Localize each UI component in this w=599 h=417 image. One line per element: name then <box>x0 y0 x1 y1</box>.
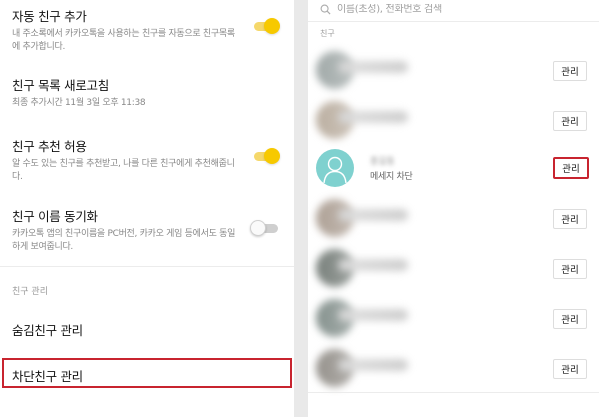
auto-add-title: 자동 친구 추가 <box>12 9 87 24</box>
friend-row: 관리 <box>308 193 599 243</box>
name-sync-desc: 카카오톡 앱의 친구이름을 PC버전, 카카오 게임 등에서도 동일하게 보여줍… <box>12 229 236 252</box>
friend-row: 관리 <box>308 45 599 95</box>
recommend-toggle[interactable] <box>250 148 280 164</box>
name-sync-title: 친구 이름 동기화 <box>12 209 98 224</box>
manage-button[interactable]: 관리 <box>553 61 587 81</box>
refresh-setting[interactable]: 친구 목록 새로고침 최종 추가시간 11월 3일 오후 11:38 <box>12 75 284 110</box>
manage-section-label: 친구 관리 <box>12 287 48 297</box>
default-avatar <box>316 149 354 187</box>
manage-button[interactable]: 관리 <box>553 309 587 329</box>
manage-button[interactable]: 관리 <box>553 209 587 229</box>
section-divider <box>0 266 294 267</box>
manage-button[interactable]: 관리 <box>553 359 587 379</box>
friends-section-label: 친구 <box>320 29 335 38</box>
refresh-desc: 최종 추가시간 11월 3일 오후 11:38 <box>12 98 146 108</box>
friend-row: 관리 <box>308 293 599 343</box>
auto-add-desc: 내 주소록에서 카카오톡을 사용하는 친구를 자동으로 친구목록에 추가합니다. <box>12 29 235 52</box>
name-sync-toggle[interactable] <box>250 220 280 236</box>
name-sync-setting[interactable]: 친구 이름 동기화 카카오톡 앱의 친구이름을 PC버전, 카카오 게임 등에서… <box>12 206 284 254</box>
friend-row: 관리 <box>308 343 599 393</box>
search-input[interactable] <box>337 3 577 15</box>
recommend-desc: 알 수도 있는 친구를 추천받고, 나를 다른 친구에게 추천해줍니다. <box>12 159 235 182</box>
search-icon <box>314 0 331 19</box>
block-status: 메세지 차단 <box>370 172 413 182</box>
list-bottom-divider <box>308 392 599 393</box>
friend-row: 관리 <box>308 243 599 293</box>
recommend-title: 친구 추천 허용 <box>12 139 87 154</box>
manage-button-highlighted[interactable]: 관리 <box>553 157 589 179</box>
auto-add-setting[interactable]: 자동 친구 추가 내 주소록에서 카카오톡을 사용하는 친구를 자동으로 친구목… <box>12 6 284 54</box>
friend-name: 홍길동 <box>370 157 395 167</box>
friend-settings-panel: 자동 친구 추가 내 주소록에서 카카오톡을 사용하는 친구를 자동으로 친구목… <box>0 0 294 417</box>
person-silhouette-icon <box>323 156 347 184</box>
search-divider <box>308 21 599 22</box>
friend-row: 관리 <box>308 95 599 145</box>
recommend-setting[interactable]: 친구 추천 허용 알 수도 있는 친구를 추천받고, 나를 다른 친구에게 추천… <box>12 136 284 184</box>
auto-add-toggle[interactable] <box>250 18 280 34</box>
hidden-friends-menu[interactable]: 숨김친구 관리 <box>12 320 83 339</box>
manage-button[interactable]: 관리 <box>553 259 587 279</box>
search-bar[interactable] <box>314 0 594 18</box>
blocked-menu-highlight <box>2 358 292 388</box>
refresh-title: 친구 목록 새로고침 <box>12 78 109 93</box>
manage-button[interactable]: 관리 <box>553 111 587 131</box>
blocked-friends-panel: 친구 관리 관리 홍길동 메세지 차단 관리 관리 <box>308 0 599 417</box>
friend-row-blocked: 홍길동 메세지 차단 관리 <box>308 143 599 193</box>
